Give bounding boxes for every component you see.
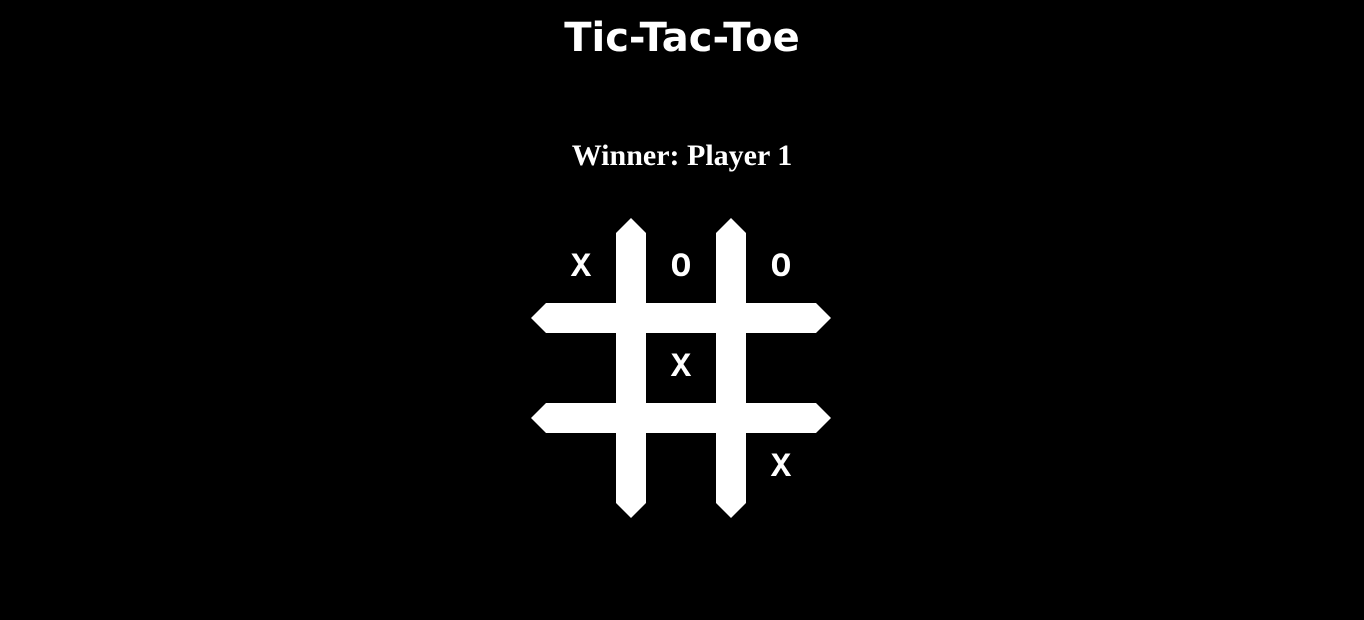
cell-7[interactable] (631, 418, 731, 518)
cell-2[interactable]: O (731, 218, 831, 318)
page-title: Tic-Tac-Toe (564, 15, 800, 61)
cell-6[interactable] (531, 418, 631, 518)
game-board: X O O X X (531, 218, 831, 518)
game-status: Winner: Player 1 (571, 139, 793, 172)
cell-0[interactable]: X (531, 218, 631, 318)
cell-1[interactable]: O (631, 218, 731, 318)
cell-8[interactable]: X (731, 418, 831, 518)
cell-4[interactable]: X (631, 318, 731, 418)
cell-5[interactable] (731, 318, 831, 418)
cell-3[interactable] (531, 318, 631, 418)
